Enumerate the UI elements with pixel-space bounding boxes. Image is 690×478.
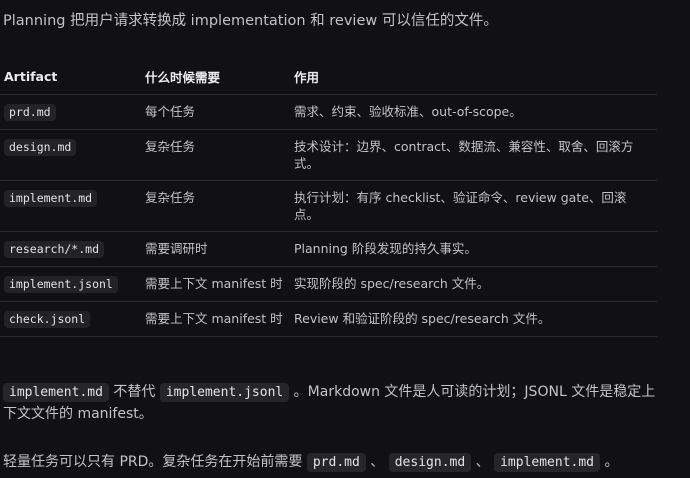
artifact-cell: design.md <box>0 129 141 181</box>
artifact-table: Artifact 什么时候需要 作用 prd.md 每个任务 需求、约束、验收标… <box>0 58 657 337</box>
artifact-cell: research/*.md <box>0 231 141 267</box>
table-row: research/*.md 需要调研时 Planning 阶段发现的持久事实。 <box>0 231 657 267</box>
inline-code: implement.jsonl <box>159 383 290 402</box>
artifact-cell: prd.md <box>0 94 141 130</box>
table-row: implement.md 复杂任务 执行计划：有序 checklist、验证命令… <box>0 180 657 232</box>
light-task-paragraph: 轻量任务可以只有 PRD。复杂任务在开始前需要 prd.md 、 design.… <box>3 451 618 473</box>
artifact-cell: implement.md <box>0 180 141 232</box>
when-cell: 复杂任务 <box>141 180 290 232</box>
table-row: implement.jsonl 需要上下文 manifest 时 实现阶段的 s… <box>0 266 657 302</box>
artifact-code: implement.jsonl <box>4 276 118 293</box>
purpose-cell: 实现阶段的 spec/research 文件。 <box>290 266 657 302</box>
purpose-cell: 技术设计：边界、contract、数据流、兼容性、取舍、回滚方式。 <box>290 129 657 181</box>
artifact-code: implement.md <box>4 190 98 207</box>
when-cell: 需要上下文 manifest 时 <box>141 266 290 302</box>
purpose-cell: 需求、约束、验收标准、out-of-scope。 <box>290 94 657 130</box>
artifact-code: research/*.md <box>4 241 105 258</box>
artifact-code: prd.md <box>4 104 56 121</box>
inline-code: implement.md <box>494 453 601 472</box>
implement-note-paragraph: implement.md 不替代 implement.jsonl 。Markdo… <box>3 381 663 425</box>
inline-code: prd.md <box>306 453 366 472</box>
table-row: check.jsonl 需要上下文 manifest 时 Review 和验证阶… <box>0 301 657 337</box>
table-row: design.md 复杂任务 技术设计：边界、contract、数据流、兼容性、… <box>0 129 657 181</box>
separator: 、 <box>365 454 389 470</box>
header-artifact: Artifact <box>0 58 141 95</box>
intro-paragraph: Planning 把用户请求转换成 implementation 和 revie… <box>3 13 498 29</box>
inline-code: implement.md <box>3 383 109 402</box>
note-text: 不替代 <box>108 384 160 400</box>
artifact-cell: implement.jsonl <box>0 266 141 302</box>
document-page: Planning 把用户请求转换成 implementation 和 revie… <box>0 0 690 478</box>
artifact-cell: check.jsonl <box>0 301 141 337</box>
purpose-cell: Planning 阶段发现的持久事实。 <box>290 231 657 267</box>
inline-code: design.md <box>388 453 472 472</box>
purpose-cell: 执行计划：有序 checklist、验证命令、review gate、回滚点。 <box>290 180 657 232</box>
header-when: 什么时候需要 <box>141 58 290 95</box>
header-purpose: 作用 <box>290 58 657 95</box>
light-text-end: 。 <box>600 454 619 470</box>
separator: 、 <box>471 454 495 470</box>
light-text: 轻量任务可以只有 PRD。复杂任务在开始前需要 <box>3 454 307 470</box>
purpose-cell: Review 和验证阶段的 spec/research 文件。 <box>290 301 657 337</box>
when-cell: 需要调研时 <box>141 231 290 267</box>
table-header-row: Artifact 什么时候需要 作用 <box>0 58 657 95</box>
artifact-code: design.md <box>4 139 77 156</box>
table-row: prd.md 每个任务 需求、约束、验收标准、out-of-scope。 <box>0 94 657 130</box>
when-cell: 复杂任务 <box>141 129 290 181</box>
when-cell: 需要上下文 manifest 时 <box>141 301 290 337</box>
artifact-code: check.jsonl <box>4 311 91 328</box>
when-cell: 每个任务 <box>141 94 290 130</box>
